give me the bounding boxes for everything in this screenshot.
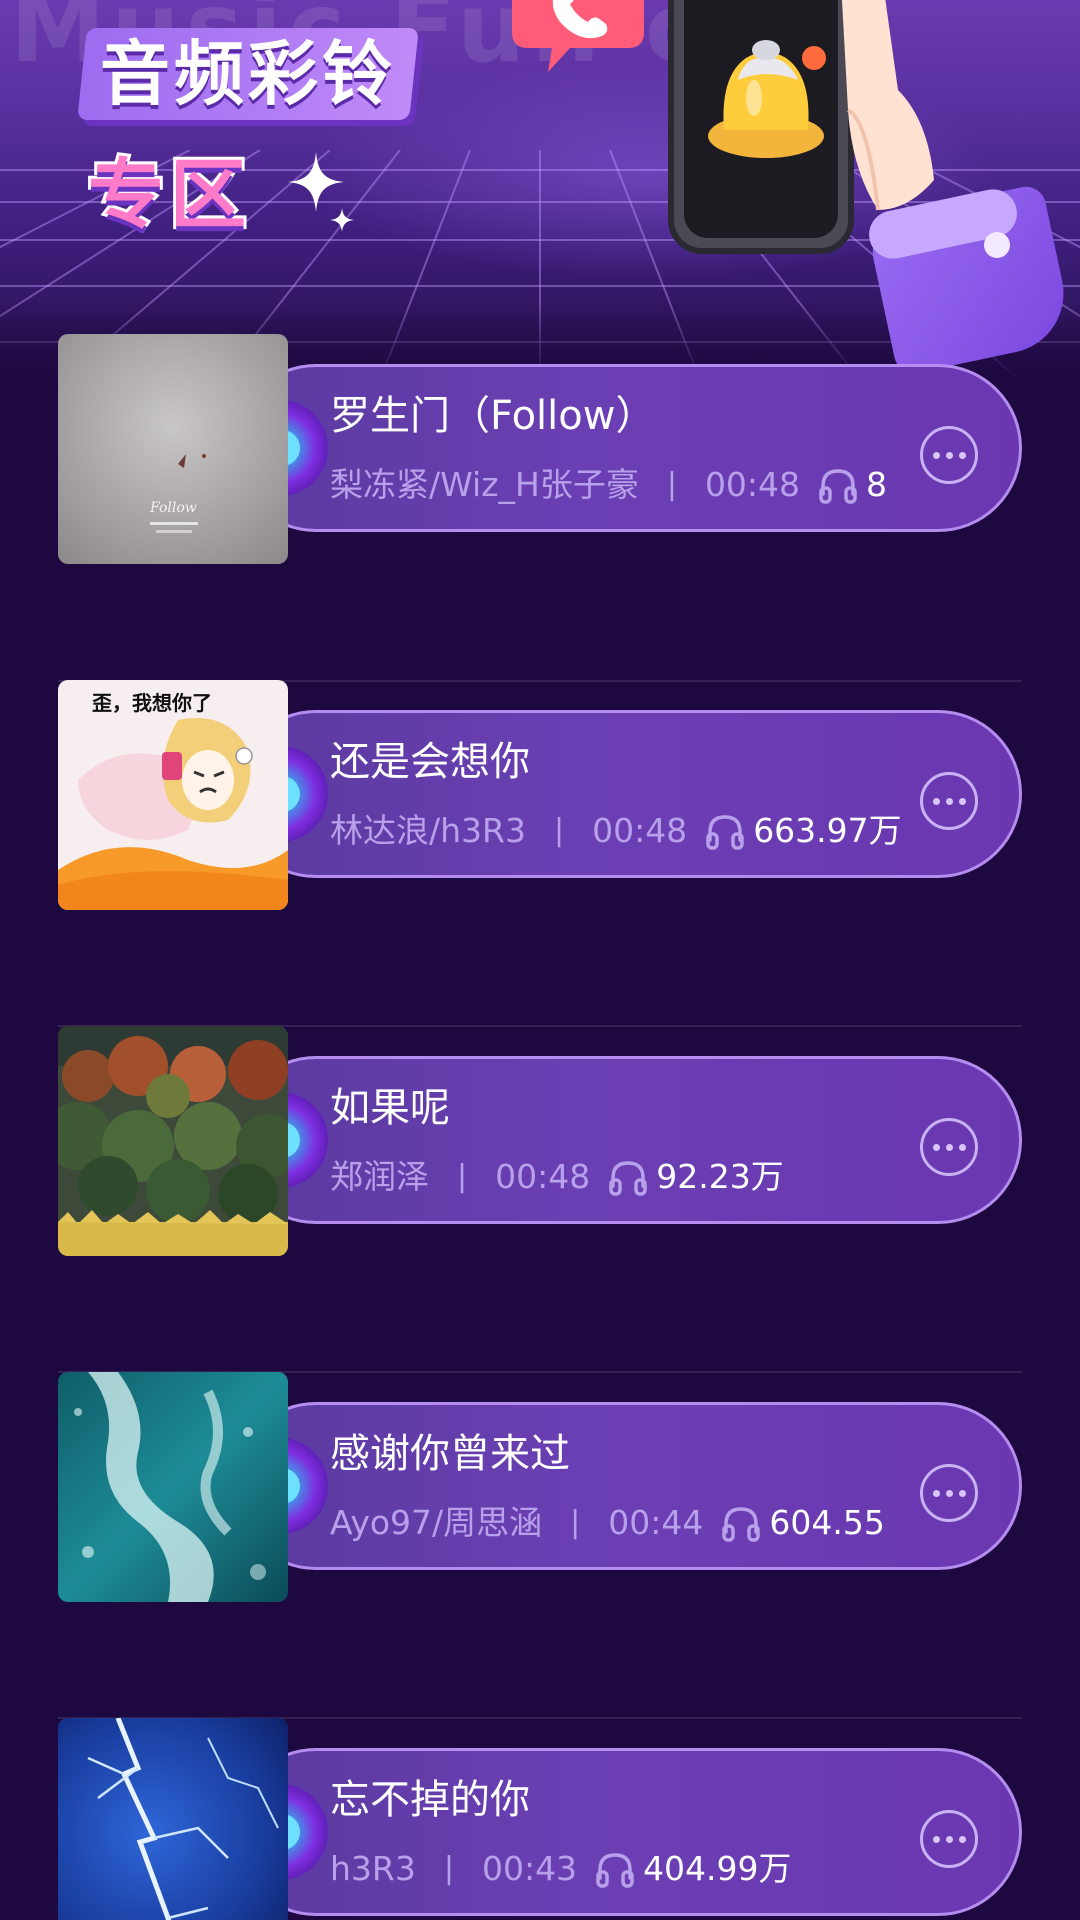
- ringtone-title: 还是会想你: [330, 739, 530, 785]
- more-options-button[interactable]: [920, 772, 978, 830]
- more-options-button[interactable]: [920, 1118, 978, 1176]
- more-dot: [932, 1143, 940, 1151]
- headphones-icon: [819, 469, 857, 504]
- ringtone-item[interactable]: 歪，我想你了 还是会想你 林达浪/h3R3 | 00:48 663.97万: [0, 680, 1080, 912]
- more-dot: [958, 451, 966, 459]
- more-dot: [945, 797, 953, 805]
- ringtone-list: Follow 罗生门（Follow） 梨冻紧/Wiz_H张子豪 | 00:48 …: [0, 0, 1080, 1920]
- meta-separator: |: [553, 813, 565, 848]
- more-dot: [958, 1143, 966, 1151]
- ringtone-artist: h3R3: [330, 1849, 416, 1888]
- headphones-icon: [722, 1507, 761, 1542]
- more-options-button[interactable]: [920, 1810, 978, 1868]
- album-cover[interactable]: [58, 1718, 288, 1920]
- ringtone-meta: Ayo97/周思涵 | 00:44 604.55: [330, 1500, 885, 1546]
- ringtone-play-count: 404.99万: [643, 1849, 792, 1888]
- meta-separator: |: [570, 1505, 581, 1540]
- ringtone-duration: 00:48: [592, 811, 688, 850]
- ringtone-zone-page: Music Fun call 音频彩铃 专区 Follow 罗生门（Follow…: [0, 0, 1080, 1920]
- ringtone-item[interactable]: 感谢你曾来过 Ayo97/周思涵 | 00:44 604.55: [0, 1372, 1080, 1604]
- meta-separator: |: [457, 1159, 468, 1194]
- ringtone-meta: 林达浪/h3R3 | 00:48 663.97万: [330, 808, 902, 854]
- ringtone-play-count: 92.23万: [656, 1157, 784, 1196]
- ringtone-duration: 00:43: [481, 1849, 578, 1888]
- ringtone-title: 忘不掉的你: [330, 1777, 530, 1823]
- more-dot: [945, 1143, 953, 1151]
- ringtone-play-count: 8: [866, 465, 888, 504]
- album-cover[interactable]: [58, 1372, 288, 1602]
- ringtone-duration: 00:48: [495, 1157, 591, 1196]
- ocean-waves-cover: [58, 1372, 288, 1602]
- cover-caption: Follow: [149, 500, 197, 516]
- more-dot: [932, 1489, 940, 1497]
- ringtone-play-count: 663.97万: [753, 811, 902, 850]
- ringtone-item[interactable]: Follow 罗生门（Follow） 梨冻紧/Wiz_H张子豪 | 00:48 …: [0, 334, 1080, 566]
- more-dot: [958, 1489, 966, 1497]
- more-dot: [932, 1835, 940, 1843]
- cover-caption: 歪，我想你了: [92, 691, 212, 715]
- meta-separator: |: [443, 1851, 454, 1886]
- ringtone-artist: 郑润泽: [330, 1157, 429, 1196]
- autumn-forest-cover: [58, 1026, 288, 1256]
- ringtone-title: 如果呢: [330, 1085, 450, 1131]
- ringtone-artist: 林达浪/h3R3: [330, 811, 526, 850]
- ringtone-meta: 郑润泽 | 00:48 92.23万: [330, 1154, 784, 1200]
- ringtone-meta: h3R3 | 00:43 404.99万: [330, 1846, 792, 1892]
- headphones-icon: [609, 1161, 647, 1196]
- headphones-icon: [706, 815, 744, 850]
- more-dot: [958, 797, 966, 805]
- more-dot: [932, 797, 940, 805]
- album-cover[interactable]: Follow: [58, 334, 288, 564]
- ringtone-title: 感谢你曾来过: [330, 1431, 570, 1477]
- more-dot: [945, 451, 953, 459]
- anime-girl-cover: 歪，我想你了: [58, 680, 288, 910]
- ringtone-duration: 00:48: [704, 465, 801, 504]
- lightning-storm-cover: [58, 1718, 288, 1920]
- ringtone-meta: 梨冻紧/Wiz_H张子豪 | 00:48 8: [330, 462, 887, 508]
- ringtone-play-count: 604.55: [769, 1503, 885, 1542]
- grey-sky-cover: Follow: [58, 334, 288, 564]
- ringtone-item[interactable]: 如果呢 郑润泽 | 00:48 92.23万: [0, 1026, 1080, 1258]
- more-dot: [945, 1489, 953, 1497]
- more-dot: [932, 451, 940, 459]
- ringtone-item[interactable]: 忘不掉的你 h3R3 | 00:43 404.99万: [0, 1718, 1080, 1920]
- more-options-button[interactable]: [920, 426, 978, 484]
- meta-separator: |: [666, 467, 677, 502]
- more-dot: [958, 1835, 966, 1843]
- headphones-icon: [596, 1853, 634, 1888]
- ringtone-duration: 00:44: [608, 1503, 704, 1542]
- ringtone-title: 罗生门（Follow）: [330, 393, 656, 439]
- album-cover[interactable]: [58, 1026, 288, 1256]
- ringtone-artist: 梨冻紧/Wiz_H张子豪: [330, 465, 639, 504]
- ringtone-artist: Ayo97/周思涵: [330, 1503, 543, 1542]
- album-cover[interactable]: 歪，我想你了: [58, 680, 288, 910]
- more-dot: [945, 1835, 953, 1843]
- more-options-button[interactable]: [920, 1464, 978, 1522]
